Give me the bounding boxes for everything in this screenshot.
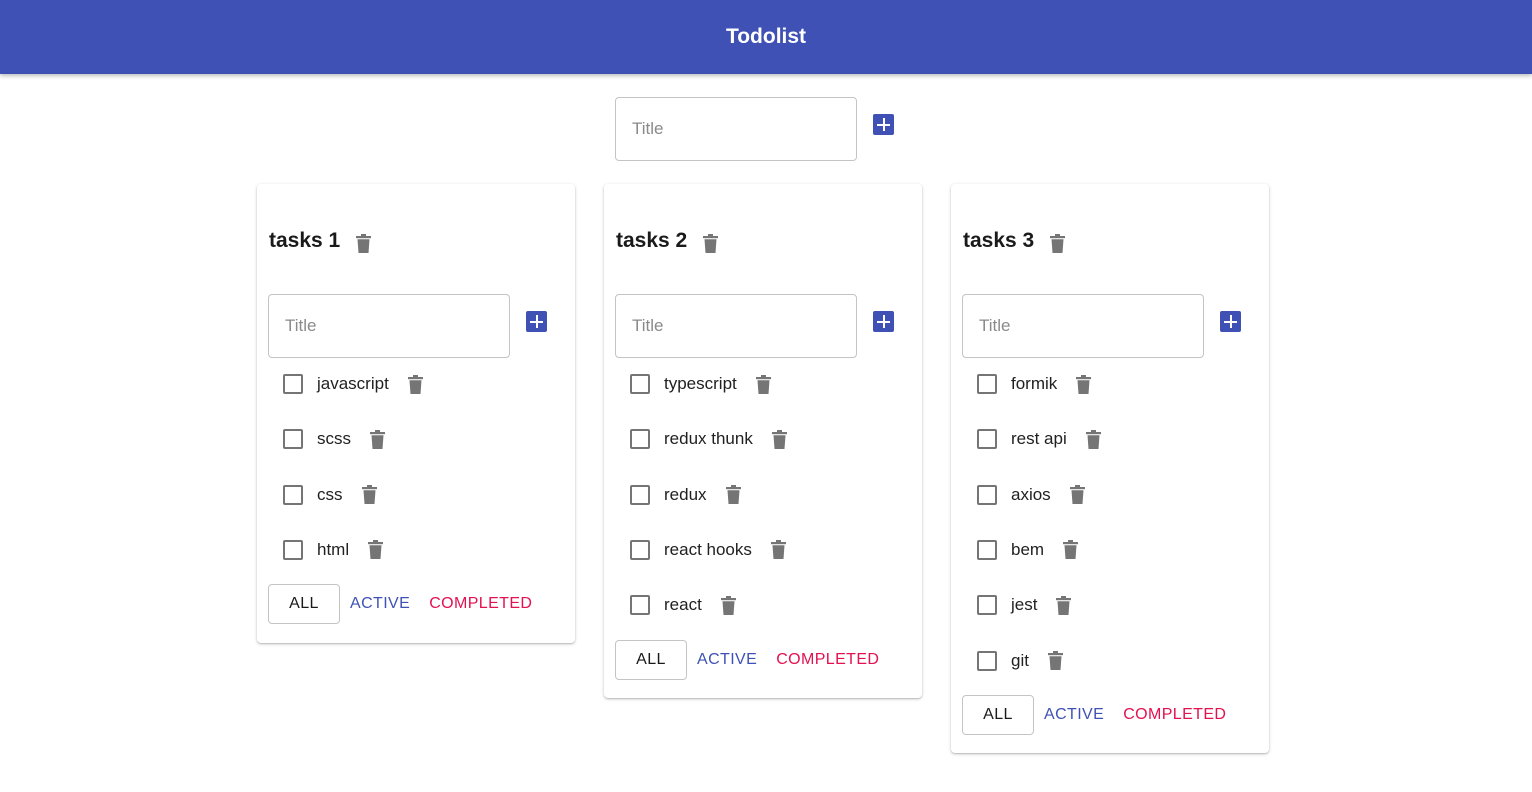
trash-icon[interactable]	[771, 429, 787, 449]
task-item: redux	[630, 484, 741, 506]
task-label: axios	[1011, 484, 1051, 504]
task-checkbox[interactable]	[630, 429, 650, 450]
filter-active-button[interactable]: ACTIVE	[1044, 706, 1104, 724]
task-item: jest	[977, 594, 1072, 616]
task-item: bem	[977, 539, 1079, 561]
task-item: react hooks	[630, 539, 786, 561]
task-checkbox[interactable]	[630, 595, 650, 616]
task-label: jest	[1011, 595, 1038, 615]
task-item: react	[630, 594, 736, 616]
trash-icon[interactable]	[1050, 234, 1065, 253]
task-item: axios	[977, 484, 1085, 506]
trash-icon[interactable]	[407, 374, 423, 394]
task-checkbox[interactable]	[283, 484, 303, 505]
todolist-card: tasks 3formikrest apiaxiosbemjestgitALLA…	[951, 184, 1269, 753]
trash-icon[interactable]	[1076, 374, 1092, 394]
task-checkbox[interactable]	[283, 539, 303, 560]
filter-active-button[interactable]: ACTIVE	[697, 651, 757, 669]
filter-bar: ALL ACTIVE COMPLETED	[615, 639, 879, 680]
trash-icon[interactable]	[770, 540, 786, 560]
trash-icon[interactable]	[703, 234, 718, 253]
new-list-title-input[interactable]	[616, 98, 856, 160]
filter-completed-button[interactable]: COMPLETED	[776, 651, 879, 669]
task-title-input[interactable]	[269, 295, 509, 357]
task-checkbox[interactable]	[977, 595, 997, 616]
filter-all-button[interactable]: ALL	[962, 694, 1034, 735]
filter-all-button[interactable]: ALL	[268, 584, 340, 625]
task-label: git	[1011, 650, 1029, 670]
add-task-button[interactable]	[1220, 311, 1241, 332]
task-item: css	[283, 484, 377, 506]
todolist-card: tasks 2 typescript redux thunk redux react h…	[604, 184, 922, 698]
task-checkbox[interactable]	[630, 539, 650, 560]
app-title: Todolist	[725, 25, 807, 48]
trash-icon[interactable]	[1056, 595, 1072, 615]
task-checkbox[interactable]	[283, 374, 303, 394]
task-checkbox[interactable]	[977, 374, 997, 394]
task-label: scss	[317, 429, 351, 449]
new-list-title-field[interactable]	[615, 97, 857, 161]
task-label: bem	[1011, 539, 1045, 559]
task-checkbox[interactable]	[977, 484, 997, 505]
trash-icon[interactable]	[368, 540, 384, 560]
task-item: scss	[283, 428, 385, 450]
todolist-card: tasks 1 javascript scss css html ALL ACTIVE COM…	[257, 184, 575, 643]
trash-icon[interactable]	[361, 485, 377, 505]
task-title-field[interactable]	[962, 294, 1204, 358]
task-label: redux thunk	[664, 429, 753, 449]
trash-icon[interactable]	[1063, 540, 1079, 560]
task-item: redux thunk	[630, 428, 787, 450]
task-label: javascript	[317, 374, 389, 393]
task-item: formik	[977, 373, 1092, 395]
filter-completed-button[interactable]: COMPLETED	[429, 595, 532, 613]
task-item: javascript	[283, 373, 423, 395]
filter-completed-button[interactable]: COMPLETED	[1123, 706, 1226, 724]
task-item: typescript	[630, 373, 771, 395]
task-title-input[interactable]	[963, 295, 1203, 357]
task-checkbox[interactable]	[630, 374, 650, 394]
add-list-button[interactable]	[873, 114, 894, 135]
filter-active-button[interactable]: ACTIVE	[350, 595, 410, 613]
list-title: tasks 3	[963, 229, 1035, 252]
task-label: html	[317, 539, 350, 559]
task-checkbox[interactable]	[977, 650, 997, 671]
trash-icon[interactable]	[1085, 429, 1101, 449]
task-label: redux	[664, 484, 707, 504]
task-checkbox[interactable]	[283, 429, 303, 450]
trash-icon[interactable]	[370, 429, 385, 449]
trash-icon[interactable]	[725, 485, 741, 505]
trash-icon[interactable]	[1069, 485, 1085, 505]
task-label: formik	[1011, 374, 1058, 393]
filter-all-button[interactable]: ALL	[615, 639, 687, 680]
add-task-button[interactable]	[873, 311, 894, 332]
task-label: css	[317, 484, 343, 504]
task-item: rest api	[977, 428, 1101, 450]
task-checkbox[interactable]	[977, 429, 997, 450]
task-label: rest api	[1011, 429, 1067, 449]
task-title-input[interactable]	[616, 295, 856, 357]
filter-bar: ALL ACTIVE COMPLETED	[268, 584, 532, 625]
trash-icon[interactable]	[755, 374, 771, 394]
list-title: tasks 1	[269, 229, 341, 252]
task-label: typescript	[664, 374, 737, 393]
filter-bar: ALL ACTIVE COMPLETED	[962, 694, 1226, 735]
trash-icon[interactable]	[720, 595, 736, 615]
task-title-field[interactable]	[615, 294, 857, 358]
task-checkbox[interactable]	[977, 539, 997, 560]
list-title: tasks 2	[616, 229, 688, 252]
task-checkbox[interactable]	[630, 484, 650, 505]
trash-icon[interactable]	[1047, 651, 1063, 670]
trash-icon[interactable]	[356, 234, 371, 253]
task-item: html	[283, 539, 384, 561]
task-label: react	[664, 595, 702, 615]
add-task-button[interactable]	[526, 311, 547, 332]
task-label: react hooks	[664, 539, 752, 559]
task-item: git	[977, 650, 1063, 672]
app-bar: Todolist	[0, 0, 1532, 74]
task-title-field[interactable]	[268, 294, 510, 358]
